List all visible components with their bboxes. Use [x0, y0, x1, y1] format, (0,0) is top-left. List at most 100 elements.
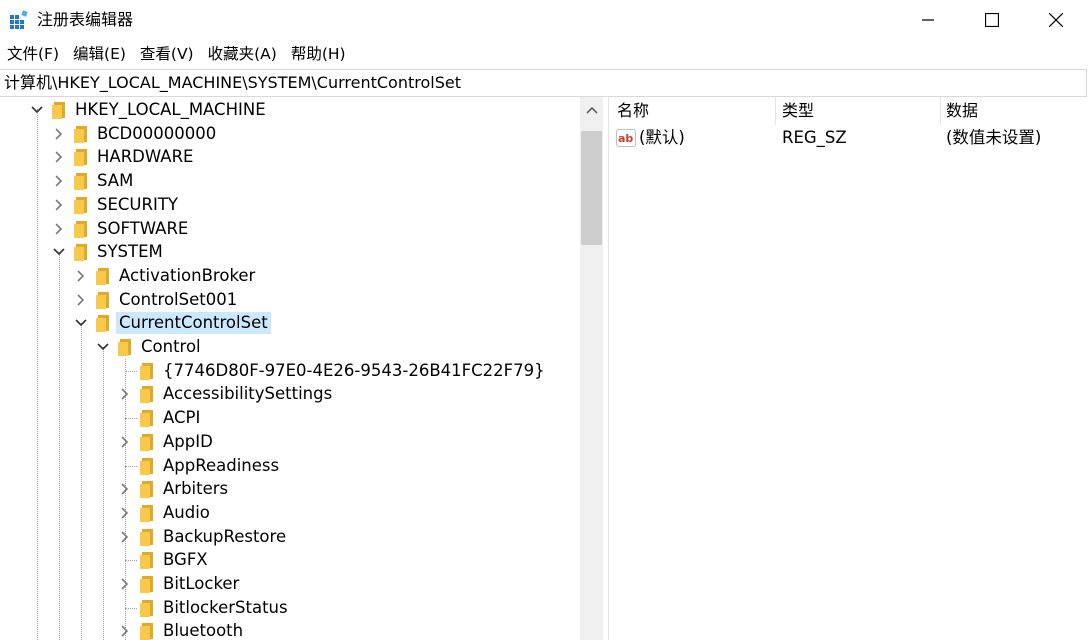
- minimize-button[interactable]: [896, 0, 960, 40]
- value-row[interactable]: ab (默认) REG_SZ (数值未设置): [609, 125, 1088, 151]
- tree-node-label[interactable]: ActivationBroker: [116, 265, 258, 287]
- menu-favorites[interactable]: 收藏夹(A): [201, 44, 284, 64]
- tree-node[interactable]: ControlSet001: [0, 288, 580, 312]
- chevron-right-icon[interactable]: [53, 128, 65, 140]
- tree-node-label[interactable]: ACPI: [160, 407, 203, 429]
- tree-node-label[interactable]: ControlSet001: [116, 289, 240, 311]
- tree-node[interactable]: BackupRestore: [0, 525, 580, 549]
- chevron-down-icon[interactable]: [75, 317, 87, 329]
- tree-node[interactable]: AppID: [0, 430, 580, 454]
- tree-node-label[interactable]: BackupRestore: [160, 526, 289, 548]
- chevron-right-icon[interactable]: [119, 531, 131, 543]
- tree-node-label[interactable]: CurrentControlSet: [116, 312, 271, 335]
- tree-node[interactable]: Audio: [0, 501, 580, 525]
- tree-node[interactable]: HARDWARE: [0, 145, 580, 169]
- scroll-up-button[interactable]: [580, 97, 603, 123]
- chevron-down-icon[interactable]: [53, 246, 65, 258]
- maximize-button[interactable]: [960, 0, 1024, 40]
- tree-node[interactable]: Bluetooth: [0, 619, 580, 640]
- tree-node-label[interactable]: HARDWARE: [94, 146, 196, 168]
- tree-node[interactable]: BitlockerStatus: [0, 596, 580, 620]
- chevron-right-icon[interactable]: [119, 436, 131, 448]
- chevron-right-icon[interactable]: [119, 388, 131, 400]
- tree-node[interactable]: BitLocker: [0, 572, 580, 596]
- scroll-thumb[interactable]: [581, 131, 602, 245]
- tree-node[interactable]: SECURITY: [0, 193, 580, 217]
- tree-node[interactable]: AccessibilitySettings: [0, 382, 580, 406]
- chevron-right-icon[interactable]: [119, 507, 131, 519]
- tree-node[interactable]: HKEY_LOCAL_MACHINE: [0, 98, 580, 122]
- tree-node-label[interactable]: SYSTEM: [94, 241, 166, 263]
- chevron-right-icon[interactable]: [53, 151, 65, 163]
- tree-node-label[interactable]: AppID: [160, 431, 216, 453]
- tree-scrollbar[interactable]: [580, 97, 603, 640]
- tree-node[interactable]: SYSTEM: [0, 240, 580, 264]
- tree-guide-line: [125, 465, 137, 467]
- chevron-down-icon[interactable]: [97, 341, 109, 353]
- values-list[interactable]: 名称 类型 数据 ab (默认) REG_SZ (数值未设置): [609, 97, 1088, 640]
- tree-node[interactable]: BCD00000000: [0, 122, 580, 146]
- column-separator[interactable]: [775, 97, 776, 125]
- registry-editor-window: 注册表编辑器 文件(F) 编辑(E) 查看(V) 收藏夹(A) 帮助(H) 计算…: [0, 0, 1088, 640]
- tree-node[interactable]: BGFX: [0, 548, 580, 572]
- tree-node[interactable]: SOFTWARE: [0, 217, 580, 241]
- tree-node[interactable]: Control: [0, 335, 580, 359]
- tree-node-label[interactable]: HKEY_LOCAL_MACHINE: [72, 99, 269, 121]
- tree-node[interactable]: CurrentControlSet: [0, 311, 580, 335]
- folder-icon: [96, 267, 109, 285]
- column-header-data[interactable]: 数据: [946, 97, 978, 125]
- chevron-right-icon[interactable]: [53, 199, 65, 211]
- tree-node-label[interactable]: Arbiters: [160, 478, 231, 500]
- tree-node-label[interactable]: BGFX: [160, 549, 211, 571]
- tree-node-label[interactable]: SOFTWARE: [94, 218, 191, 240]
- chevron-right-icon[interactable]: [53, 175, 65, 187]
- chevron-right-icon[interactable]: [119, 625, 131, 637]
- close-button[interactable]: [1024, 0, 1088, 40]
- tree-node-label[interactable]: AccessibilitySettings: [160, 383, 335, 405]
- tree-node-label[interactable]: {7746D80F-97E0-4E26-9543-26B41FC22F79}: [160, 360, 548, 382]
- tree-node[interactable]: ACPI: [0, 406, 580, 430]
- folder-icon: [74, 220, 87, 238]
- tree-node-label[interactable]: Control: [138, 336, 204, 358]
- column-header-type[interactable]: 类型: [782, 97, 814, 125]
- address-path[interactable]: 计算机\HKEY_LOCAL_MACHINE\SYSTEM\CurrentCon…: [4, 72, 461, 94]
- column-separator[interactable]: [940, 97, 941, 125]
- tree-node[interactable]: ActivationBroker: [0, 264, 580, 288]
- tree-node-label[interactable]: BitLocker: [160, 573, 242, 595]
- folder-icon: [52, 102, 65, 119]
- key-tree[interactable]: HKEY_LOCAL_MACHINE BCD00000000 HARDWARE SAM…: [0, 97, 580, 640]
- title-bar[interactable]: 注册表编辑器: [0, 0, 1088, 40]
- folder-icon: [140, 410, 153, 428]
- tree-node[interactable]: Arbiters: [0, 477, 580, 501]
- string-value-icon: ab: [616, 129, 636, 147]
- chevron-right-icon[interactable]: [75, 294, 87, 306]
- tree-node-label[interactable]: Audio: [160, 502, 213, 524]
- tree-guide-line: [125, 370, 137, 372]
- tree-node-label[interactable]: AppReadiness: [160, 455, 282, 477]
- menu-file[interactable]: 文件(F): [0, 44, 66, 64]
- folder-icon: [140, 528, 153, 546]
- chevron-down-icon[interactable]: [31, 104, 43, 116]
- chevron-right-icon[interactable]: [119, 578, 131, 590]
- chevron-right-icon[interactable]: [75, 270, 87, 282]
- menu-edit[interactable]: 编辑(E): [66, 44, 133, 64]
- tree-node-label[interactable]: SAM: [94, 170, 136, 192]
- folder-icon: [140, 386, 153, 404]
- address-bar[interactable]: 计算机\HKEY_LOCAL_MACHINE\SYSTEM\CurrentCon…: [0, 69, 1087, 97]
- menu-view[interactable]: 查看(V): [133, 44, 201, 64]
- folder-icon: [140, 623, 153, 640]
- tree-node-label[interactable]: BCD00000000: [94, 123, 219, 145]
- maximize-icon: [985, 13, 999, 27]
- chevron-right-icon[interactable]: [53, 222, 65, 235]
- tree-node[interactable]: AppReadiness: [0, 454, 580, 478]
- value-name: (默认): [639, 128, 685, 147]
- tree-node-label[interactable]: SECURITY: [94, 194, 181, 216]
- menu-help[interactable]: 帮助(H): [284, 44, 353, 64]
- tree-node-label[interactable]: BitlockerStatus: [160, 597, 291, 619]
- tree-node[interactable]: SAM: [0, 169, 580, 193]
- tree-node-label[interactable]: Bluetooth: [160, 620, 246, 640]
- column-header-name[interactable]: 名称: [617, 97, 649, 125]
- folder-icon: [74, 196, 87, 214]
- tree-node[interactable]: {7746D80F-97E0-4E26-9543-26B41FC22F79}: [0, 359, 580, 383]
- chevron-right-icon[interactable]: [119, 483, 131, 495]
